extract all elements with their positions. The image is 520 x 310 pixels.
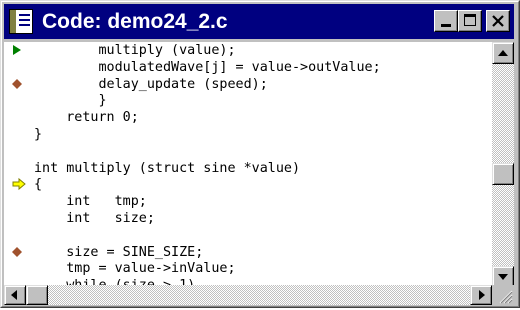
minimize-icon <box>441 24 451 27</box>
arrow-up-icon <box>498 50 508 56</box>
document-icon-line <box>19 19 30 21</box>
minimize-button[interactable] <box>434 10 458 32</box>
return-arrow-icon[interactable] <box>12 177 26 191</box>
code-line[interactable]: multiply (value); <box>34 42 235 60</box>
breakpoint-icon-shape <box>12 246 22 257</box>
horizontal-scroll-thumb[interactable] <box>26 285 48 305</box>
code-line[interactable]: int multiply (struct sine *value) <box>34 160 300 178</box>
scroll-right-button[interactable] <box>470 285 492 305</box>
horizontal-scrollbar[interactable] <box>4 285 492 305</box>
breakpoint-icon[interactable] <box>10 245 24 259</box>
document-icon-line <box>19 24 30 26</box>
code-editor[interactable]: multiply (value); modulatedWave[j] = val… <box>4 42 514 288</box>
breakpoint-icon-shape <box>12 78 22 89</box>
arrow-down-icon <box>498 274 508 280</box>
vertical-scroll-thumb[interactable] <box>492 163 514 185</box>
code-line[interactable]: } <box>34 126 42 144</box>
breakpoint-icon[interactable] <box>10 77 24 91</box>
code-line[interactable]: int tmp; <box>34 193 147 211</box>
vertical-scrollbar[interactable] <box>492 42 514 288</box>
document-icon-binding <box>10 10 16 33</box>
vertical-scroll-track[interactable] <box>492 64 514 266</box>
scroll-up-button[interactable] <box>492 42 514 64</box>
code-line[interactable]: { <box>34 176 42 194</box>
horizontal-scroll-track[interactable] <box>26 285 470 305</box>
return-arrow-icon-shape <box>12 178 26 191</box>
arrow-left-icon <box>11 290 17 300</box>
arrow-right-icon <box>479 290 485 300</box>
window-title: Code: demo24_2.c <box>42 10 228 33</box>
code-line[interactable]: modulatedWave[j] = value->outValue; <box>34 59 380 77</box>
code-line[interactable]: size = SINE_SIZE; <box>34 244 203 262</box>
size-grip[interactable] <box>492 285 514 305</box>
current-line-arrow-icon-shape <box>13 45 21 55</box>
code-line[interactable]: delay_update (speed); <box>34 76 267 94</box>
code-line[interactable]: int size; <box>34 210 155 228</box>
scroll-left-button[interactable] <box>4 285 26 305</box>
code-line[interactable]: } <box>34 92 106 110</box>
close-button[interactable] <box>486 10 510 32</box>
current-line-arrow-icon[interactable] <box>10 43 24 57</box>
code-window: Code: demo24_2.c multiply (value); modul… <box>0 0 520 308</box>
document-icon-line <box>19 14 30 16</box>
document-icon[interactable] <box>9 9 33 34</box>
close-icon <box>492 15 504 27</box>
code-line[interactable]: return 0; <box>34 109 139 127</box>
resize-grip-icon <box>499 290 513 304</box>
maximize-button[interactable] <box>458 10 482 32</box>
title-bar[interactable]: Code: demo24_2.c <box>4 4 514 39</box>
code-line[interactable]: tmp = value->inValue; <box>34 260 235 278</box>
maximize-icon <box>464 14 476 26</box>
